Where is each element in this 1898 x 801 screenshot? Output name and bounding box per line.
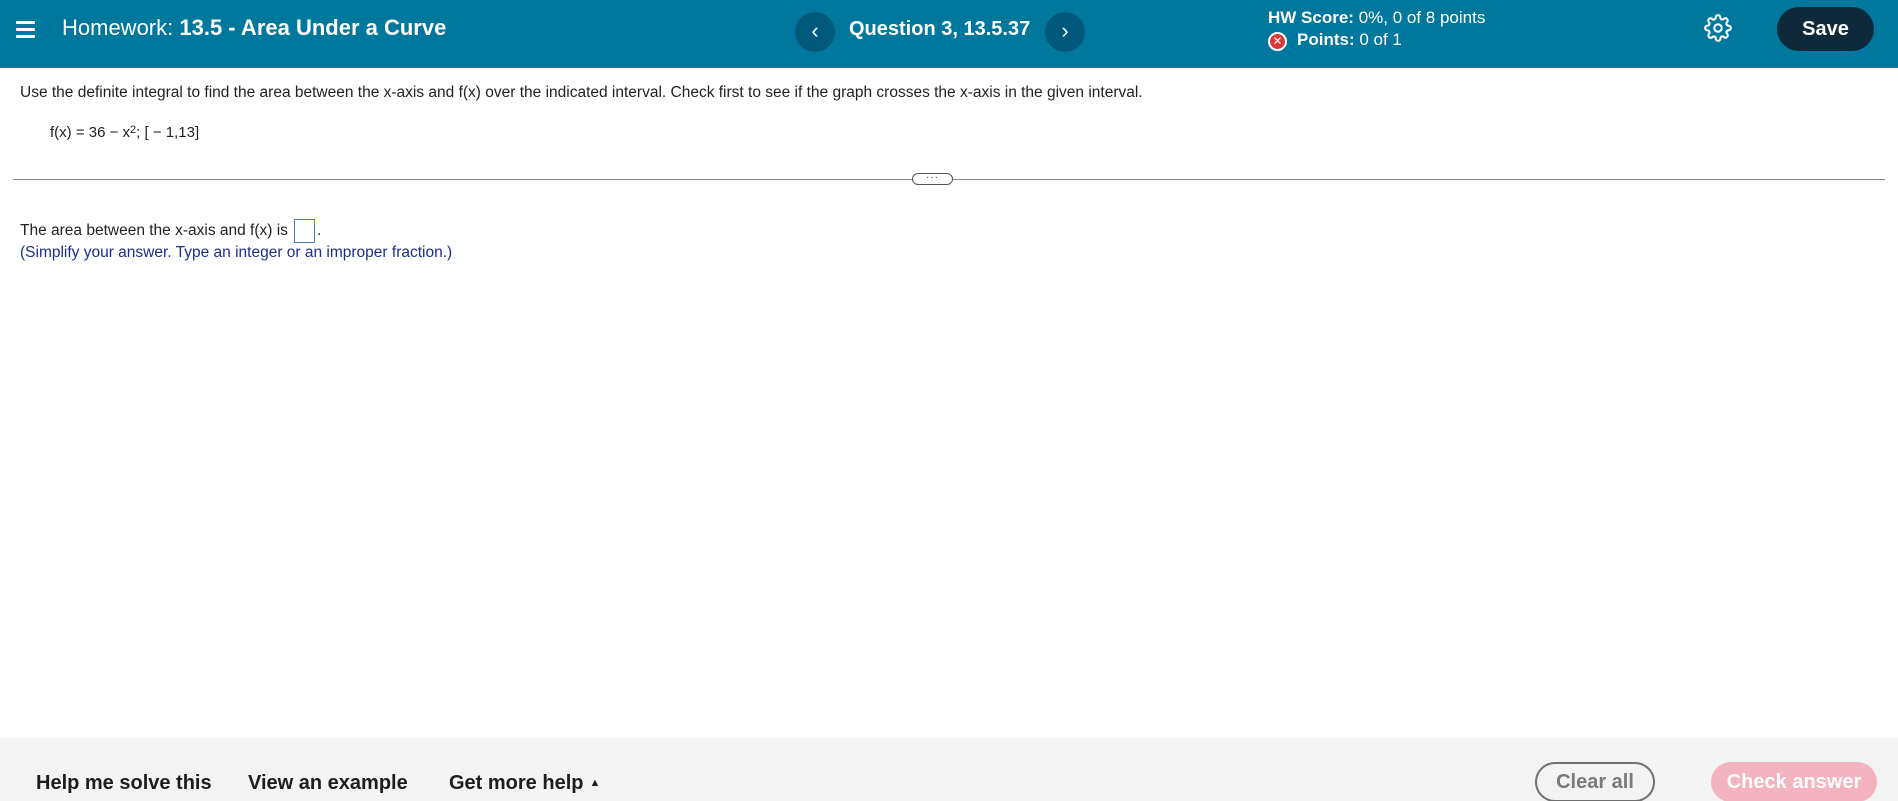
formula-lhs: f(x) = 36 − x [50,124,131,141]
hw-score-value: 0%, 0 of 8 points [1358,8,1486,27]
homework-title: Homework: 13.5 - Area Under a Curve [62,15,446,41]
gear-icon [1704,14,1732,42]
caret-up-icon: ▲ [589,777,601,789]
points-value: 0 of 1 [1359,30,1402,49]
get-more-help-button[interactable]: Get more help ▲ [449,771,600,795]
expand-toggle-button[interactable]: ··· [912,173,953,185]
formula-exponent: 2 [130,124,137,136]
answer-prefix: The area between the x-axis and f(x) is [20,222,288,239]
incorrect-x-icon: ✕ [1268,31,1287,51]
previous-question-button[interactable]: ‹ [795,12,835,52]
answer-suffix: . [316,222,322,239]
help-me-solve-button[interactable]: Help me solve this [36,771,212,795]
get-more-help-label: Get more help [449,772,584,794]
answer-line: The area between the x-axis and f(x) is … [20,219,321,243]
settings-button[interactable] [1704,14,1732,42]
chevron-left-icon: ‹ [811,18,819,43]
bottom-bar: Help me solve this View an example Get m… [0,738,1898,801]
homework-name: 13.5 - Area Under a Curve [179,15,447,40]
function-formula: f(x) = 36 − x2; [ − 1,13] [50,124,199,143]
score-block: HW Score: 0%, 0 of 8 points ✕ Points: 0 … [1268,7,1485,51]
points-label: Points: [1297,30,1355,49]
question-label: Question 3, 13.5.37 [849,18,1031,40]
clear-all-button[interactable]: Clear all [1535,762,1655,801]
homework-prefix: Homework: [62,15,174,40]
next-question-button[interactable]: › [1045,12,1085,52]
check-answer-button[interactable]: Check answer [1711,762,1877,801]
points-row: ✕ Points: 0 of 1 [1268,29,1485,51]
hw-score: HW Score: 0%, 0 of 8 points [1268,7,1485,29]
top-bar: Homework: 13.5 - Area Under a Curve ‹ Qu… [0,0,1898,68]
save-button[interactable]: Save [1777,7,1874,51]
menu-icon[interactable] [14,18,38,38]
answer-hint: (Simplify your answer. Type an integer o… [20,244,453,261]
answer-input[interactable] [293,219,315,243]
chevron-right-icon: › [1061,18,1069,43]
formula-interval: ; [ − 1,13] [136,124,200,141]
view-example-button[interactable]: View an example [248,771,408,795]
hw-score-label: HW Score: [1268,8,1354,27]
question-instruction: Use the definite integral to find the ar… [20,84,1143,101]
